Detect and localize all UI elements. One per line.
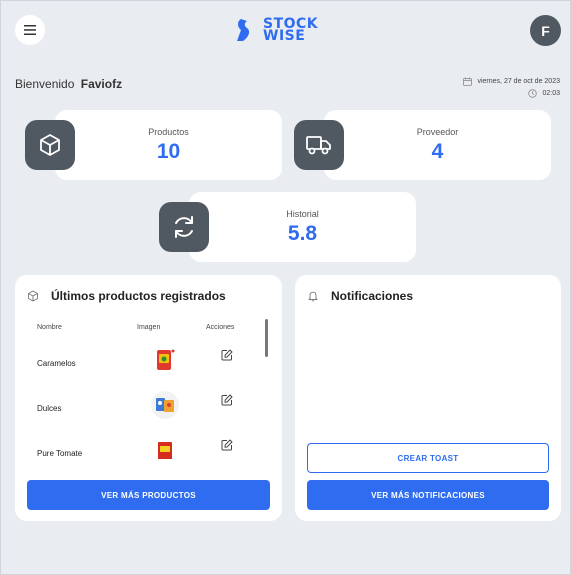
stat-card-productos[interactable]: Productos 10 bbox=[55, 110, 282, 180]
product-name: Dulces bbox=[37, 404, 62, 413]
stat-card-historial[interactable]: Historial 5.8 bbox=[189, 192, 416, 262]
welcome-greeting: Bienvenido bbox=[15, 77, 75, 91]
products-table-scrollbar[interactable] bbox=[265, 319, 268, 357]
stat-value: 5.8 bbox=[287, 222, 318, 245]
table-row: Caramelos bbox=[25, 341, 275, 386]
current-date: viernes, 27 de oct de 2023 bbox=[477, 77, 560, 85]
products-table-body[interactable]: Caramelos Dulces Pure Tomate bbox=[25, 341, 275, 459]
edit-icon[interactable] bbox=[221, 394, 233, 406]
product-image bbox=[151, 391, 179, 419]
box-icon bbox=[40, 134, 60, 156]
truck-icon bbox=[306, 136, 331, 155]
current-time: 02:03 bbox=[542, 89, 560, 97]
bell-icon bbox=[308, 291, 318, 302]
column-header: Acciones bbox=[206, 324, 235, 331]
notifications-panel-title: Notificaciones bbox=[331, 289, 414, 303]
product-image bbox=[151, 436, 179, 459]
create-toast-button[interactable]: CREAR TOAST bbox=[307, 443, 549, 473]
top-bar: STOCK WISE F bbox=[1, 1, 571, 61]
view-more-notifications-button[interactable]: VER MÁS NOTIFICACIONES bbox=[307, 480, 549, 510]
menu-button[interactable] bbox=[15, 15, 45, 45]
refresh-icon bbox=[175, 216, 193, 238]
stat-value: 10 bbox=[156, 140, 181, 163]
hamburger-icon bbox=[24, 25, 36, 35]
stat-label: Proveedor bbox=[416, 127, 459, 137]
stat-icon-proveedor bbox=[294, 120, 344, 170]
product-name: Pure Tomate bbox=[37, 449, 83, 458]
products-panel-title: Últimos productos registrados bbox=[51, 289, 226, 303]
stat-icon-historial bbox=[159, 202, 209, 252]
box-icon bbox=[28, 290, 38, 302]
column-header: Nombre bbox=[37, 324, 62, 331]
product-image bbox=[151, 346, 179, 374]
logo-mark-icon bbox=[237, 19, 250, 41]
app-frame: STOCK WISE F Bienvenido Faviofz viernes,… bbox=[0, 0, 571, 575]
welcome-message: Bienvenido Faviofz bbox=[15, 77, 122, 91]
table-row: Dulces bbox=[25, 386, 275, 431]
notifications-panel: Notificaciones CREAR TOAST VER MÁS NOTIF… bbox=[295, 275, 561, 521]
edit-icon[interactable] bbox=[221, 349, 233, 361]
products-panel: Últimos productos registrados Nombre Ima… bbox=[15, 275, 282, 521]
welcome-username: Faviofz bbox=[80, 77, 123, 91]
view-more-products-button[interactable]: VER MÁS PRODUCTOS bbox=[27, 480, 270, 510]
table-row: Pure Tomate bbox=[25, 431, 275, 459]
stat-icon-productos bbox=[25, 120, 75, 170]
clock-icon bbox=[528, 88, 538, 98]
edit-icon[interactable] bbox=[221, 439, 233, 451]
stat-value: 4 bbox=[431, 140, 444, 163]
user-avatar[interactable]: F bbox=[530, 15, 561, 46]
stat-card-proveedor[interactable]: Proveedor 4 bbox=[324, 110, 551, 180]
stat-label: Productos bbox=[148, 127, 189, 137]
app-logo[interactable]: STOCK WISE bbox=[235, 15, 318, 45]
column-header: Imagen bbox=[137, 324, 161, 331]
stat-label: Historial bbox=[286, 209, 319, 219]
datetime-display: viernes, 27 de oct de 2023 02:03 bbox=[430, 75, 560, 99]
calendar-icon bbox=[463, 77, 473, 86]
product-name: Caramelos bbox=[37, 359, 76, 368]
